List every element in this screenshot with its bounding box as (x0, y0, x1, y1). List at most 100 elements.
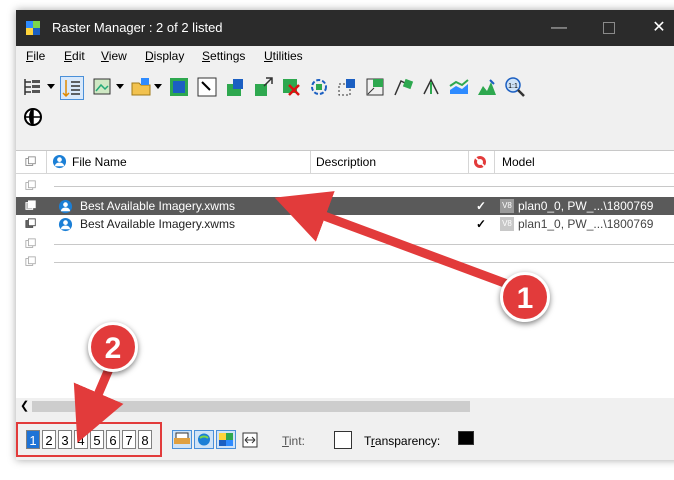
table-row-selected[interactable]: Best Available Imagery.xwms ✓ V8 plan0_0… (16, 197, 674, 215)
globe-user-icon (58, 217, 73, 232)
raster-status-icon (25, 218, 36, 228)
image-select-icon (93, 78, 111, 95)
maximize-icon (603, 21, 615, 34)
raster-fit-icon (170, 78, 188, 96)
raster-scale-icon (366, 78, 384, 96)
menu-file[interactable]: File (26, 49, 45, 63)
menu-edit[interactable]: Edit (64, 49, 85, 63)
screenshot-frame: Raster Manager : 2 of 2 listed — ✕ File … (0, 0, 674, 480)
model-cell: plan0_0, PW_...\1800769 (518, 199, 654, 213)
horizontal-scrollbar[interactable]: ❮ (16, 398, 674, 415)
menu-display[interactable]: Display (145, 49, 184, 63)
tool-button-8[interactable] (364, 76, 386, 98)
row-divider (54, 244, 674, 245)
globe-icon (194, 430, 214, 449)
check-cell: ✓ (476, 217, 487, 231)
tool-button-2[interactable] (196, 76, 218, 98)
raster-display-button[interactable] (216, 430, 236, 449)
globe-button[interactable] (22, 106, 44, 128)
raster-warp-icon (394, 78, 414, 96)
tint-color-swatch[interactable] (334, 431, 352, 449)
attach-button[interactable] (130, 76, 152, 98)
v8-badge: V8 (500, 217, 514, 231)
tool-button-6[interactable] (308, 76, 330, 98)
raster-status-icon (25, 156, 36, 166)
fit-button[interactable] (242, 432, 258, 448)
print-button[interactable] (172, 430, 192, 449)
view-buttons-highlight (16, 422, 162, 457)
header-file-name[interactable]: File Name (46, 151, 311, 173)
file-name-cell: Best Available Imagery.xwms (80, 199, 235, 213)
menu-bar: File Edit View Display Settings Utilitie… (16, 46, 674, 68)
tree-list-icon (24, 79, 40, 95)
file-name-cell: Best Available Imagery.xwms (80, 217, 235, 231)
header-status-column[interactable] (16, 151, 47, 173)
tree-view-button[interactable] (22, 76, 44, 98)
chevron-down-icon[interactable] (47, 84, 55, 89)
globe-user-icon (58, 199, 73, 214)
raster-clip-icon (338, 79, 355, 96)
svg-text:1:1: 1:1 (508, 83, 518, 90)
callout-badge-1: 1 (500, 272, 550, 322)
list-view-button[interactable] (60, 76, 84, 100)
tint-label: Tint: (282, 434, 305, 448)
maximize-button[interactable] (594, 16, 624, 40)
raster-move-icon (255, 77, 273, 96)
callout-badge-2: 2 (88, 322, 138, 372)
no-display-icon (474, 156, 486, 168)
raster-rotate-icon (311, 79, 327, 95)
folder-attach-icon (131, 78, 151, 96)
printer-icon (172, 430, 192, 449)
tool-button-9[interactable] (392, 76, 414, 98)
tool-button-13[interactable]: 1:1 (504, 76, 526, 98)
model-cell: plan1_0, PW_...\1800769 (518, 217, 654, 231)
menu-settings[interactable]: Settings (202, 49, 245, 63)
main-toolbar: 1:1 (20, 72, 674, 102)
minimize-button[interactable]: — (544, 16, 574, 40)
window-title: Raster Manager : 2 of 2 listed (52, 20, 223, 35)
tool-button-1[interactable] (168, 76, 190, 98)
menu-view[interactable]: View (101, 49, 127, 63)
tool-button-3[interactable] (224, 76, 246, 98)
raster-green-icon (227, 79, 243, 96)
scrollbar-thumb[interactable] (32, 401, 470, 412)
raster-manager-window: Raster Manager : 2 of 2 listed — ✕ File … (16, 10, 674, 460)
raster-status-icon (25, 238, 36, 248)
close-button[interactable]: ✕ (644, 16, 674, 40)
raster-status-icon (25, 180, 36, 190)
tool-button-4[interactable] (252, 76, 274, 98)
transparency-color-swatch[interactable] (458, 431, 474, 445)
tool-button-10[interactable] (420, 76, 442, 98)
row-divider (54, 262, 674, 263)
sort-list-icon (62, 80, 80, 98)
list-item-empty (16, 253, 674, 271)
chevron-down-icon[interactable] (116, 84, 124, 89)
close-icon: ✕ (652, 19, 666, 36)
list-item-empty (16, 177, 674, 195)
raster-terrain-icon (478, 79, 496, 95)
raster-manager-app-icon (26, 21, 40, 35)
header-description[interactable]: Description (310, 151, 469, 173)
raster-tile-icon (216, 430, 236, 449)
globe-display-button[interactable] (194, 430, 214, 449)
transparency-label: Transparency: (364, 434, 441, 448)
raster-drape-icon (449, 79, 469, 94)
tool-button-7[interactable] (336, 76, 358, 98)
header-display-column[interactable] (468, 151, 495, 173)
v8-badge: V8 (500, 199, 514, 213)
table-row[interactable]: Best Available Imagery.xwms ✓ V8 plan1_0… (16, 215, 674, 233)
fit-arrows-icon (242, 432, 258, 448)
menu-utilities[interactable]: Utilities (264, 49, 303, 63)
globe-icon (24, 108, 42, 126)
tool-button-5[interactable] (280, 76, 302, 98)
chevron-down-icon[interactable] (154, 84, 162, 89)
list-header: File Name Description Model (16, 151, 674, 174)
tool-button-12[interactable] (476, 76, 498, 98)
scroll-left-icon[interactable]: ❮ (20, 399, 29, 412)
tool-button-11[interactable] (448, 76, 470, 98)
raster-status-icon (25, 200, 36, 210)
check-cell: ✓ (476, 199, 487, 213)
raster-select-button[interactable] (92, 76, 114, 98)
minimize-icon: — (551, 19, 567, 36)
header-model[interactable]: Model (494, 151, 674, 173)
